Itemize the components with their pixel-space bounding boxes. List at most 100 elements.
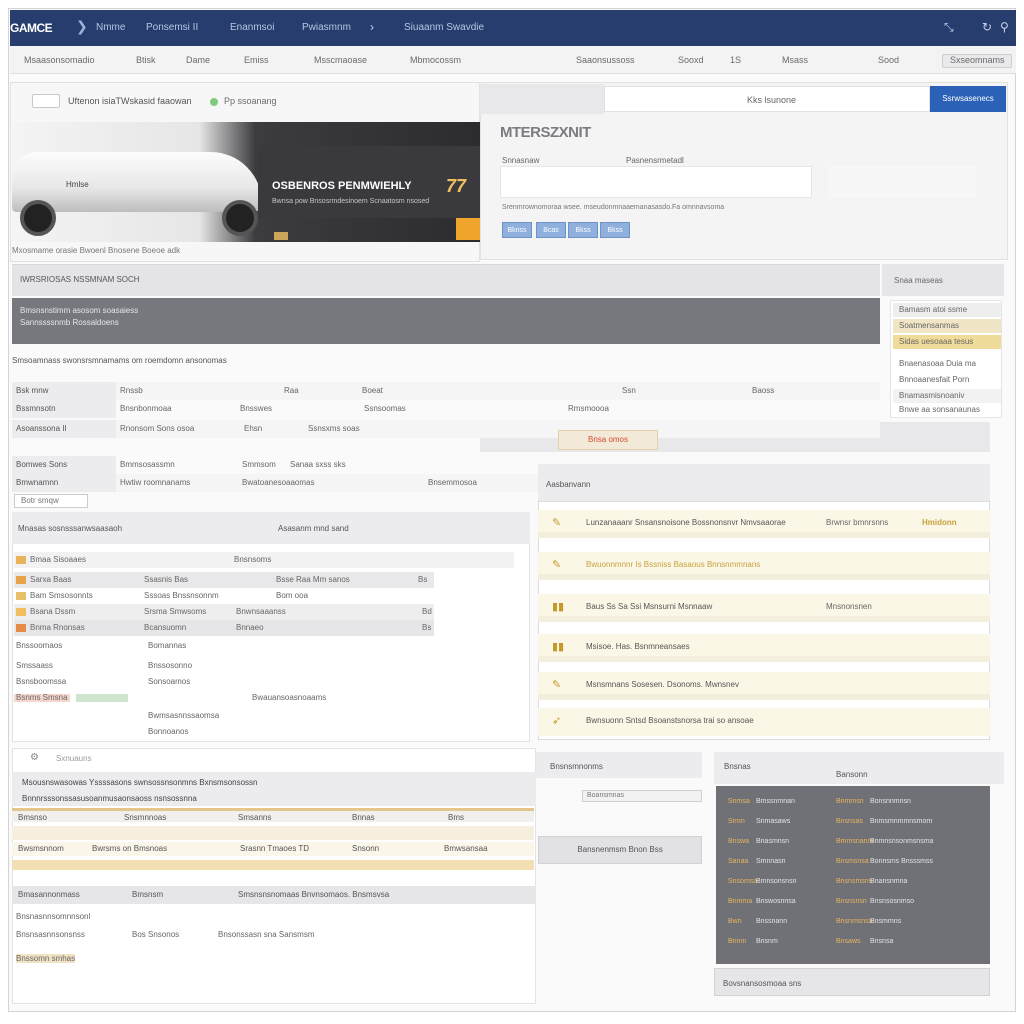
feature-item[interactable]: ➶ Bwnsuonn Sntsd Bsoanstsnorsa trai so a… xyxy=(538,708,990,736)
search-button[interactable]: Ssrwsasenecs xyxy=(930,86,1006,112)
band-cell: Bmasannonmass xyxy=(18,890,80,899)
list-item[interactable]: Bsnsboomssa Sonsoamos xyxy=(14,674,334,690)
hero-tag[interactable] xyxy=(32,94,60,108)
list-item[interactable]: Bnssoomaos Bomannas xyxy=(14,638,334,654)
list-item[interactable]: Bnma Rnonsas Bcansuomn Bnnaeo Bs xyxy=(14,620,434,636)
filter-chip[interactable]: Bkss xyxy=(600,222,630,238)
car-wheel-icon xyxy=(222,200,258,236)
signal-icon[interactable]: ⤡ xyxy=(944,20,954,35)
list-item[interactable]: Bonnoanos xyxy=(14,724,334,740)
band-label: IWRSRIOSAS NSSMNAM SOCH xyxy=(20,275,140,284)
table-row[interactable] xyxy=(12,826,534,840)
settings-icon[interactable]: ⚙ xyxy=(30,752,39,763)
feature-text: Lunzanaaanr Snsansnoisone Bossnonsnvr Nm… xyxy=(586,518,786,527)
feature-item[interactable]: ▮▮ Msisoe. Has. Bsnmneansaes xyxy=(538,634,990,662)
nav-item-5[interactable]: Siuaanm Swavdie xyxy=(404,22,484,33)
list-cell: Bnssosonno xyxy=(148,661,193,670)
table-row[interactable]: Bsk mnw Rnssb Raa Boeat Ssn Baoss xyxy=(12,382,880,400)
list-cell: Bomannas xyxy=(148,641,187,650)
subnav-item[interactable]: 1S xyxy=(730,55,741,65)
sidebar-item[interactable]: Sidas uesoaaa tesus xyxy=(893,335,1001,349)
filter-chip[interactable]: Bcas xyxy=(536,222,566,238)
cell: Snsmnnoas xyxy=(124,813,167,822)
hero-orange-block[interactable] xyxy=(456,218,480,240)
list-cell: Srsma Smwsoms xyxy=(144,607,207,616)
cell: Rnssb xyxy=(120,386,143,395)
subnav-item[interactable]: Dame xyxy=(186,55,210,65)
list-cell: Sonsoamos xyxy=(148,677,191,686)
list-cell: Bsana Dssm xyxy=(30,607,76,616)
list-item[interactable]: Bwmsasnnssaomsa xyxy=(14,708,334,724)
filter-chip[interactable]: Bkss xyxy=(568,222,598,238)
table-row[interactable]: Bmsnso Snsmnnoas Smsanns Bnnas Bms xyxy=(12,808,534,822)
dark-table-cell: Bnasmnsn xyxy=(756,838,790,845)
subnav-item[interactable]: Mbmocossm xyxy=(410,55,461,65)
list-cell: Bnssoomaos xyxy=(16,641,63,650)
subnav-item[interactable]: Sood xyxy=(878,55,899,65)
subnav-item[interactable]: Emiss xyxy=(244,55,269,65)
subnav-item[interactable]: Msscmaoase xyxy=(314,55,367,65)
user-icon[interactable]: ⚲ xyxy=(1000,20,1009,34)
panel-tab[interactable] xyxy=(480,84,604,114)
panel-subheading: Bnnnrsssonssasusoanmusaonsaoss nsnsossnn… xyxy=(22,794,197,803)
chevron-right-icon[interactable]: ❯ xyxy=(76,18,88,35)
text-field-secondary[interactable] xyxy=(828,166,976,198)
more-button[interactable]: Botr smqw xyxy=(14,494,88,508)
refresh-icon[interactable]: ↻ xyxy=(982,20,992,34)
subnav-item[interactable]: Saaonsussoss xyxy=(576,55,635,65)
feature-list-header: Aasbanvann xyxy=(538,464,990,502)
dark-table-cell: Bmssnmnan xyxy=(756,798,795,805)
subnav-item[interactable]: Sxseomnams xyxy=(950,55,1005,65)
subnav-item[interactable]: Sooxd xyxy=(678,55,704,65)
brand-logo[interactable]: GAMCE xyxy=(10,21,74,35)
table-row[interactable]: Bssmnsotn Bnsnbonmoaa Bnsswes Ssnsoomas … xyxy=(12,400,880,418)
table-row[interactable]: Bwsmsnnom Bwrsms on Bmsnoas Srasnn Tmaoe… xyxy=(12,842,534,856)
feature-item[interactable]: ✎ Bwuonnmnnr Is Bssniss Basaous Bnnsnmmn… xyxy=(538,552,990,580)
list-item[interactable]: Smssaass Bnssosonno xyxy=(14,658,334,674)
hero-status: Pp ssoanang xyxy=(224,96,277,106)
list-cell: Bonnoanos xyxy=(148,727,189,736)
cell: Bwrsms on Bmsnoas xyxy=(92,844,168,853)
cell: Bnnas xyxy=(352,813,375,822)
sidebar-item[interactable]: Bnaenasoaa Duia ma xyxy=(893,357,1001,371)
list-cell: Bnwnsaaanss xyxy=(236,607,286,616)
sidebar-item[interactable]: Bnwe aa sonsanaunas xyxy=(893,403,1001,417)
filter-chip[interactable]: Bknss xyxy=(502,222,532,238)
progress-field[interactable]: Boansmnas xyxy=(582,790,702,802)
nav-item-2[interactable]: Ponsemsi II xyxy=(146,22,198,33)
action-button[interactable]: Bansnenmsm Bnon Bss xyxy=(538,836,702,864)
list-item[interactable]: Bmaa Sisoaaes Bnsnsoms xyxy=(14,552,514,568)
list-item[interactable]: Bsana Dssm Srsma Smwsoms Bnwnsaaanss Bd xyxy=(14,604,434,620)
subnav-item[interactable]: Btisk xyxy=(136,55,156,65)
chevron-right-icon[interactable]: › xyxy=(370,20,374,34)
chart-icon: ▮▮ xyxy=(552,641,565,653)
nav-item-1[interactable]: Nmme xyxy=(96,22,125,33)
list-item[interactable]: Bam Smsosonnts Sssoas Bnssnsonnm Bom ooa xyxy=(14,588,434,604)
table-row[interactable] xyxy=(12,860,534,870)
list-item[interactable]: Sarxa Baas Ssasnis Bas Bsse Raa Mm sanos… xyxy=(14,572,434,588)
subnav-item[interactable]: Msaasonsomadio xyxy=(24,55,95,65)
feature-meta-gold: Hmidonn xyxy=(922,518,957,527)
highlight-badge[interactable]: Bnsa omos xyxy=(558,430,658,450)
feature-item[interactable]: ▮▮ Baus Ss Sa Ssi Msnsurni Msnnaaw Mnsno… xyxy=(538,594,990,622)
feature-item[interactable]: ✎ Lunzanaaanr Snsansnoisone Bossnonsnvr … xyxy=(538,510,990,538)
nav-item-4[interactable]: Pwiasmnm xyxy=(302,22,351,33)
nav-item-3[interactable]: Enanmsoi xyxy=(230,22,274,33)
panel-band: Bmasannonmass Bmsnsm Smsnsnsnomaas Bnvns… xyxy=(12,886,536,904)
list-cell: Bsnms Smsna xyxy=(16,693,68,702)
sidebar-item[interactable]: Soatmensanmas xyxy=(893,319,1001,333)
sidebar-item[interactable]: Bnamasmisnoaniv xyxy=(893,389,1001,403)
dark-table-cell: Bnsnsosnmso xyxy=(870,898,914,905)
text-field[interactable] xyxy=(500,166,812,198)
dark-table-cell: Bnswa xyxy=(728,838,750,845)
sidebar-item[interactable]: Bnnoaanesfait Porn xyxy=(893,373,1001,387)
table-row[interactable]: Asoanssona II Rnonsom Sons osoa Ehsn Ssn… xyxy=(12,420,880,438)
list-item[interactable]: Bsnms Smsna Bwauansoasnoaams xyxy=(14,690,344,706)
footer-cell: Bnsonssasn sna Sansmsm xyxy=(218,930,315,939)
feature-item[interactable]: ✎ Msnsmnans Sosesen. Dsonoms. Mwnsnev xyxy=(538,672,990,700)
cell: Baoss xyxy=(752,386,775,395)
sidebar-item[interactable]: Bamasm atoi ssme xyxy=(893,303,1001,317)
hero-banner[interactable]: Hmlse OSBENROS PENMWIEHLY 77 Bwnsa pow B… xyxy=(12,122,480,242)
subnav-item[interactable]: Msass xyxy=(782,55,808,65)
search-input[interactable]: Kks lsunone xyxy=(604,86,930,112)
